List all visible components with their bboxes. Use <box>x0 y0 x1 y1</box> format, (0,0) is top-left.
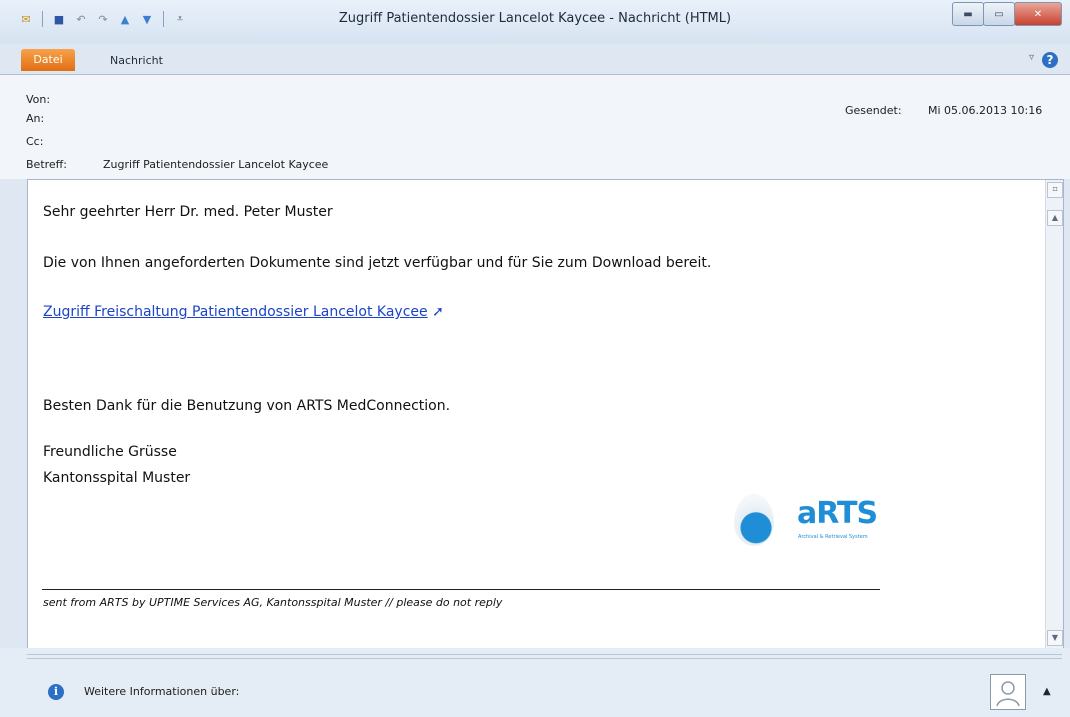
scroll-down-button[interactable]: ▼ <box>1047 630 1063 646</box>
people-pane: i Weitere Informationen über: ▲ <box>0 648 1070 717</box>
from-label: Von: <box>26 93 51 106</box>
sent-value: Mi 05.06.2013 10:16 <box>928 104 1043 117</box>
close-button[interactable]: ✕ <box>1014 2 1062 26</box>
person-icon[interactable] <box>990 674 1026 710</box>
thanks-line: Besten Dank für die Benutzung von ARTS M… <box>43 398 451 414</box>
tab-file[interactable]: Datei <box>21 49 75 71</box>
external-link-icon[interactable]: ➚ <box>432 304 444 320</box>
to-label: An: <box>26 112 45 125</box>
body-line: Die von Ihnen angeforderten Dokumente si… <box>43 255 712 271</box>
info-icon: i <box>48 684 64 700</box>
subject-label: Betreff: <box>26 158 67 171</box>
collapse-ribbon-icon[interactable]: ▿ <box>1029 52 1034 63</box>
expand-pane-icon[interactable]: ▲ <box>1043 686 1051 697</box>
message-body[interactable]: Sehr geehrter Herr Dr. med. Peter Muster… <box>27 179 1064 649</box>
minimize-button[interactable]: ▬ <box>952 2 984 26</box>
arts-logo-mark <box>734 494 774 546</box>
title-bar: ✉ ■ ↶ ↷ ▲ ▼ ⩡ Zugriff Patientendossier L… <box>0 0 1070 44</box>
view-options-icon[interactable]: ⌗ <box>1047 182 1063 198</box>
tab-message[interactable]: Nachricht <box>110 54 163 67</box>
arts-logo: aRTS Archival & Retrieval System <box>734 492 884 550</box>
vertical-scrollbar[interactable]: ⌗ ▲ ▼ <box>1045 180 1063 648</box>
access-link[interactable]: Zugriff Freischaltung Patientendossier L… <box>43 304 444 320</box>
cc-label: Cc: <box>26 135 44 148</box>
greeting: Sehr geehrter Herr Dr. med. Peter Muster <box>43 204 333 220</box>
arts-logo-subtitle: Archival & Retrieval System <box>798 534 868 540</box>
footer-divider <box>42 589 880 590</box>
access-link-text[interactable]: Zugriff Freischaltung Patientendossier L… <box>43 304 428 320</box>
subject-value: Zugriff Patientendossier Lancelot Kaycee <box>103 158 329 171</box>
help-icon[interactable]: ? <box>1042 52 1058 68</box>
arts-logo-text: aRTS <box>797 496 878 531</box>
people-pane-text: Weitere Informationen über: <box>84 685 240 698</box>
maximize-button[interactable]: ▭ <box>983 2 1015 26</box>
sent-label: Gesendet: <box>845 104 902 117</box>
footer-text: sent from ARTS by UPTIME Services AG, Ka… <box>43 596 503 609</box>
message-header: Von: An: Cc: Betreff: Zugriff Patientend… <box>0 75 1070 179</box>
closing-line: Freundliche Grüsse <box>43 444 177 460</box>
window-controls: ▬ ▭ ✕ <box>952 2 1062 26</box>
ribbon-tabs: Datei Nachricht ▿ ? <box>0 44 1070 75</box>
pane-splitter[interactable] <box>27 654 1062 659</box>
scroll-up-button[interactable]: ▲ <box>1047 210 1063 226</box>
sender-line: Kantonsspital Muster <box>43 470 191 486</box>
window-title: Zugriff Patientendossier Lancelot Kaycee… <box>338 11 732 26</box>
